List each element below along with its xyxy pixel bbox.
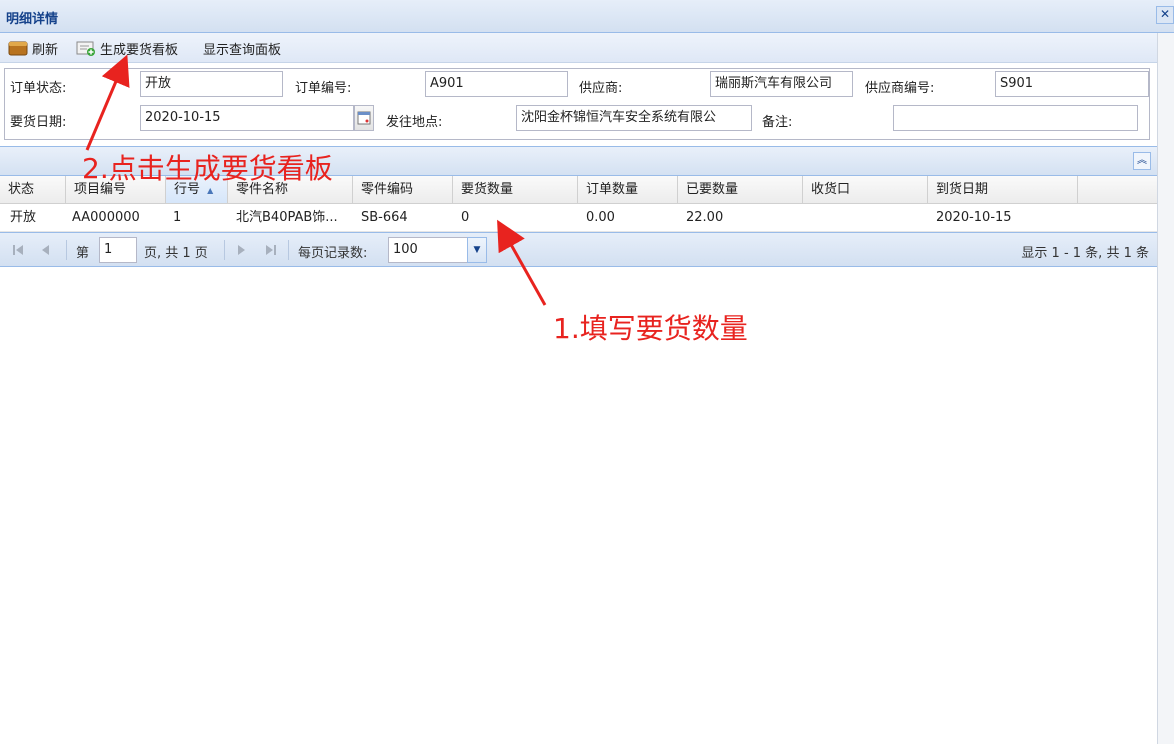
annotation-arrows: [85, 54, 547, 306]
annotation-step1: 1.填写要货数量: [553, 312, 748, 345]
arrow-to-generate-button: [85, 54, 130, 151]
annotation-step2: 2.点击生成要货看板: [82, 152, 333, 185]
arrow-to-request-qty-cell: [497, 219, 547, 306]
